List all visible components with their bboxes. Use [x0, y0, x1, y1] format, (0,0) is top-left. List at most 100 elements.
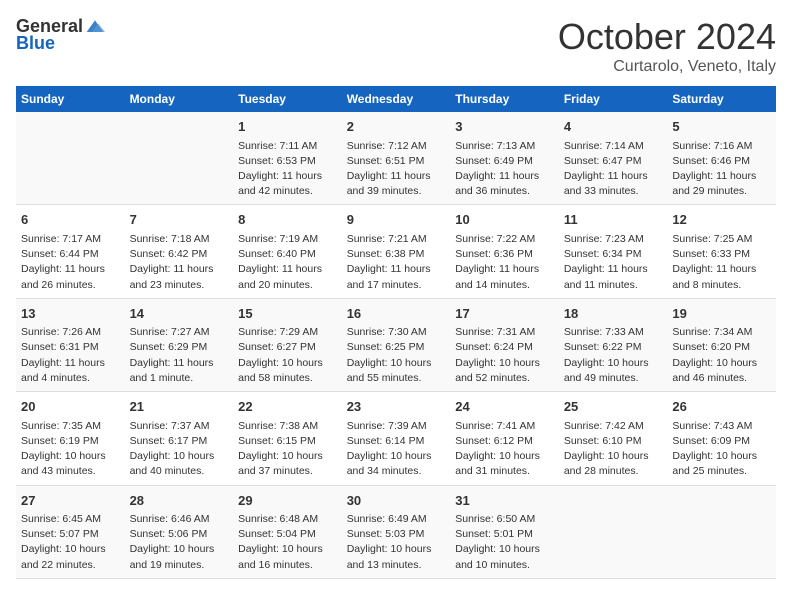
day-number: 8	[238, 210, 337, 230]
calendar-cell: 15Sunrise: 7:29 AM Sunset: 6:27 PM Dayli…	[233, 298, 342, 391]
day-number: 24	[455, 397, 554, 417]
day-number: 4	[564, 117, 663, 137]
weekday-header-monday: Monday	[125, 86, 234, 112]
calendar-cell: 12Sunrise: 7:25 AM Sunset: 6:33 PM Dayli…	[667, 205, 776, 298]
calendar-cell: 13Sunrise: 7:26 AM Sunset: 6:31 PM Dayli…	[16, 298, 125, 391]
calendar-cell: 17Sunrise: 7:31 AM Sunset: 6:24 PM Dayli…	[450, 298, 559, 391]
calendar-cell: 5Sunrise: 7:16 AM Sunset: 6:46 PM Daylig…	[667, 112, 776, 205]
calendar-cell: 22Sunrise: 7:38 AM Sunset: 6:15 PM Dayli…	[233, 392, 342, 485]
cell-content: Sunrise: 7:18 AM Sunset: 6:42 PM Dayligh…	[130, 232, 229, 293]
weekday-header-wednesday: Wednesday	[342, 86, 451, 112]
day-number: 12	[672, 210, 771, 230]
calendar-cell: 31Sunrise: 6:50 AM Sunset: 5:01 PM Dayli…	[450, 485, 559, 578]
calendar-cell: 1Sunrise: 7:11 AM Sunset: 6:53 PM Daylig…	[233, 112, 342, 205]
day-number: 13	[21, 304, 120, 324]
calendar-cell: 21Sunrise: 7:37 AM Sunset: 6:17 PM Dayli…	[125, 392, 234, 485]
cell-content: Sunrise: 7:14 AM Sunset: 6:47 PM Dayligh…	[564, 139, 663, 200]
logo-blue: Blue	[16, 33, 55, 54]
cell-content: Sunrise: 7:41 AM Sunset: 6:12 PM Dayligh…	[455, 419, 554, 480]
calendar-cell: 26Sunrise: 7:43 AM Sunset: 6:09 PM Dayli…	[667, 392, 776, 485]
calendar-cell: 29Sunrise: 6:48 AM Sunset: 5:04 PM Dayli…	[233, 485, 342, 578]
cell-content: Sunrise: 7:34 AM Sunset: 6:20 PM Dayligh…	[672, 325, 771, 386]
calendar-cell: 19Sunrise: 7:34 AM Sunset: 6:20 PM Dayli…	[667, 298, 776, 391]
day-number: 30	[347, 491, 446, 511]
cell-content: Sunrise: 6:50 AM Sunset: 5:01 PM Dayligh…	[455, 512, 554, 573]
cell-content: Sunrise: 7:27 AM Sunset: 6:29 PM Dayligh…	[130, 325, 229, 386]
calendar-table: SundayMondayTuesdayWednesdayThursdayFrid…	[16, 86, 776, 579]
cell-content: Sunrise: 7:39 AM Sunset: 6:14 PM Dayligh…	[347, 419, 446, 480]
weekday-header-row: SundayMondayTuesdayWednesdayThursdayFrid…	[16, 86, 776, 112]
day-number: 2	[347, 117, 446, 137]
cell-content: Sunrise: 7:11 AM Sunset: 6:53 PM Dayligh…	[238, 139, 337, 200]
day-number: 6	[21, 210, 120, 230]
day-number: 25	[564, 397, 663, 417]
day-number: 28	[130, 491, 229, 511]
calendar-cell: 7Sunrise: 7:18 AM Sunset: 6:42 PM Daylig…	[125, 205, 234, 298]
day-number: 23	[347, 397, 446, 417]
weekday-header-thursday: Thursday	[450, 86, 559, 112]
day-number: 5	[672, 117, 771, 137]
weekday-header-friday: Friday	[559, 86, 668, 112]
cell-content: Sunrise: 7:26 AM Sunset: 6:31 PM Dayligh…	[21, 325, 120, 386]
cell-content: Sunrise: 6:45 AM Sunset: 5:07 PM Dayligh…	[21, 512, 120, 573]
logo: General Blue	[16, 16, 105, 54]
calendar-cell: 23Sunrise: 7:39 AM Sunset: 6:14 PM Dayli…	[342, 392, 451, 485]
day-number: 17	[455, 304, 554, 324]
calendar-cell: 18Sunrise: 7:33 AM Sunset: 6:22 PM Dayli…	[559, 298, 668, 391]
cell-content: Sunrise: 7:19 AM Sunset: 6:40 PM Dayligh…	[238, 232, 337, 293]
day-number: 18	[564, 304, 663, 324]
day-number: 20	[21, 397, 120, 417]
day-number: 11	[564, 210, 663, 230]
cell-content: Sunrise: 6:46 AM Sunset: 5:06 PM Dayligh…	[130, 512, 229, 573]
week-row-5: 27Sunrise: 6:45 AM Sunset: 5:07 PM Dayli…	[16, 485, 776, 578]
cell-content: Sunrise: 6:49 AM Sunset: 5:03 PM Dayligh…	[347, 512, 446, 573]
day-number: 29	[238, 491, 337, 511]
calendar-cell: 4Sunrise: 7:14 AM Sunset: 6:47 PM Daylig…	[559, 112, 668, 205]
cell-content: Sunrise: 7:31 AM Sunset: 6:24 PM Dayligh…	[455, 325, 554, 386]
day-number: 27	[21, 491, 120, 511]
week-row-2: 6Sunrise: 7:17 AM Sunset: 6:44 PM Daylig…	[16, 205, 776, 298]
day-number: 1	[238, 117, 337, 137]
day-number: 15	[238, 304, 337, 324]
calendar-cell	[16, 112, 125, 205]
day-number: 19	[672, 304, 771, 324]
cell-content: Sunrise: 7:37 AM Sunset: 6:17 PM Dayligh…	[130, 419, 229, 480]
calendar-cell: 2Sunrise: 7:12 AM Sunset: 6:51 PM Daylig…	[342, 112, 451, 205]
cell-content: Sunrise: 7:35 AM Sunset: 6:19 PM Dayligh…	[21, 419, 120, 480]
day-number: 9	[347, 210, 446, 230]
day-number: 3	[455, 117, 554, 137]
page-header: General Blue October 2024 Curtarolo, Ven…	[16, 16, 776, 76]
cell-content: Sunrise: 7:38 AM Sunset: 6:15 PM Dayligh…	[238, 419, 337, 480]
calendar-cell	[559, 485, 668, 578]
calendar-cell: 30Sunrise: 6:49 AM Sunset: 5:03 PM Dayli…	[342, 485, 451, 578]
calendar-cell: 20Sunrise: 7:35 AM Sunset: 6:19 PM Dayli…	[16, 392, 125, 485]
title-block: October 2024 Curtarolo, Veneto, Italy	[558, 16, 776, 76]
calendar-cell: 6Sunrise: 7:17 AM Sunset: 6:44 PM Daylig…	[16, 205, 125, 298]
calendar-cell: 25Sunrise: 7:42 AM Sunset: 6:10 PM Dayli…	[559, 392, 668, 485]
cell-content: Sunrise: 7:43 AM Sunset: 6:09 PM Dayligh…	[672, 419, 771, 480]
calendar-cell: 24Sunrise: 7:41 AM Sunset: 6:12 PM Dayli…	[450, 392, 559, 485]
cell-content: Sunrise: 7:33 AM Sunset: 6:22 PM Dayligh…	[564, 325, 663, 386]
day-number: 26	[672, 397, 771, 417]
cell-content: Sunrise: 7:21 AM Sunset: 6:38 PM Dayligh…	[347, 232, 446, 293]
cell-content: Sunrise: 7:17 AM Sunset: 6:44 PM Dayligh…	[21, 232, 120, 293]
location-title: Curtarolo, Veneto, Italy	[558, 58, 776, 76]
calendar-cell: 14Sunrise: 7:27 AM Sunset: 6:29 PM Dayli…	[125, 298, 234, 391]
day-number: 7	[130, 210, 229, 230]
week-row-1: 1Sunrise: 7:11 AM Sunset: 6:53 PM Daylig…	[16, 112, 776, 205]
calendar-cell	[125, 112, 234, 205]
weekday-header-tuesday: Tuesday	[233, 86, 342, 112]
day-number: 22	[238, 397, 337, 417]
calendar-cell: 11Sunrise: 7:23 AM Sunset: 6:34 PM Dayli…	[559, 205, 668, 298]
cell-content: Sunrise: 6:48 AM Sunset: 5:04 PM Dayligh…	[238, 512, 337, 573]
logo-icon	[85, 17, 105, 37]
calendar-cell: 28Sunrise: 6:46 AM Sunset: 5:06 PM Dayli…	[125, 485, 234, 578]
calendar-cell: 8Sunrise: 7:19 AM Sunset: 6:40 PM Daylig…	[233, 205, 342, 298]
cell-content: Sunrise: 7:29 AM Sunset: 6:27 PM Dayligh…	[238, 325, 337, 386]
cell-content: Sunrise: 7:25 AM Sunset: 6:33 PM Dayligh…	[672, 232, 771, 293]
calendar-cell	[667, 485, 776, 578]
cell-content: Sunrise: 7:23 AM Sunset: 6:34 PM Dayligh…	[564, 232, 663, 293]
cell-content: Sunrise: 7:42 AM Sunset: 6:10 PM Dayligh…	[564, 419, 663, 480]
cell-content: Sunrise: 7:30 AM Sunset: 6:25 PM Dayligh…	[347, 325, 446, 386]
day-number: 16	[347, 304, 446, 324]
